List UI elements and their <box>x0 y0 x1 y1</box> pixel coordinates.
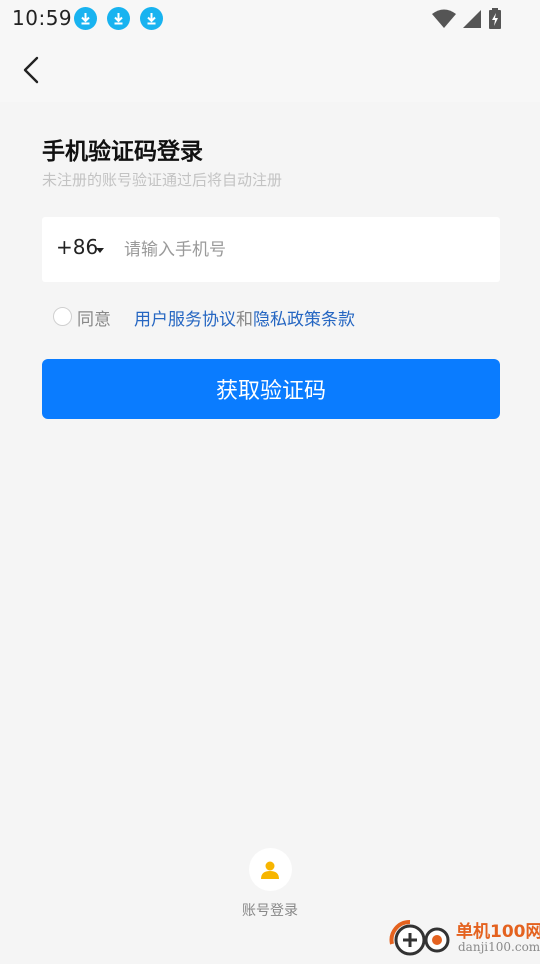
status-bar: 10:59 <box>0 0 540 36</box>
get-code-button[interactable]: 获取验证码 <box>42 359 500 419</box>
wifi-icon <box>432 9 456 33</box>
watermark: 单机100网 danji100.com <box>388 914 540 960</box>
account-login-label: 账号登录 <box>242 903 298 919</box>
country-code-select[interactable]: +86 <box>56 235 98 259</box>
agree-label: 同意 <box>77 310 111 330</box>
watermark-title: 单机100网 <box>456 922 540 942</box>
watermark-logo-icon <box>389 919 450 956</box>
back-icon[interactable] <box>14 52 50 88</box>
user-agreement-link[interactable]: 用户服务协议 <box>134 310 236 330</box>
phone-input[interactable] <box>122 233 486 267</box>
download-icon <box>74 7 97 30</box>
account-login-button[interactable]: 账号登录 <box>240 848 300 920</box>
battery-icon <box>488 8 502 34</box>
signal-icon <box>462 9 482 33</box>
page-subtitle: 未注册的账号验证通过后将自动注册 <box>42 171 283 189</box>
watermark-url: danji100.com <box>458 940 540 954</box>
phone-input-box: +86 <box>42 217 500 282</box>
download-icon <box>107 7 130 30</box>
app-header <box>0 36 540 102</box>
privacy-policy-link[interactable]: 隐私政策条款 <box>253 310 355 330</box>
page-title: 手机验证码登录 <box>42 139 203 165</box>
caret-down-icon[interactable] <box>96 248 104 253</box>
download-icon <box>140 7 163 30</box>
person-icon[interactable] <box>248 848 292 891</box>
and-text: 和 <box>236 310 253 330</box>
agree-radio[interactable] <box>53 307 72 326</box>
status-time: 10:59 <box>12 6 73 30</box>
